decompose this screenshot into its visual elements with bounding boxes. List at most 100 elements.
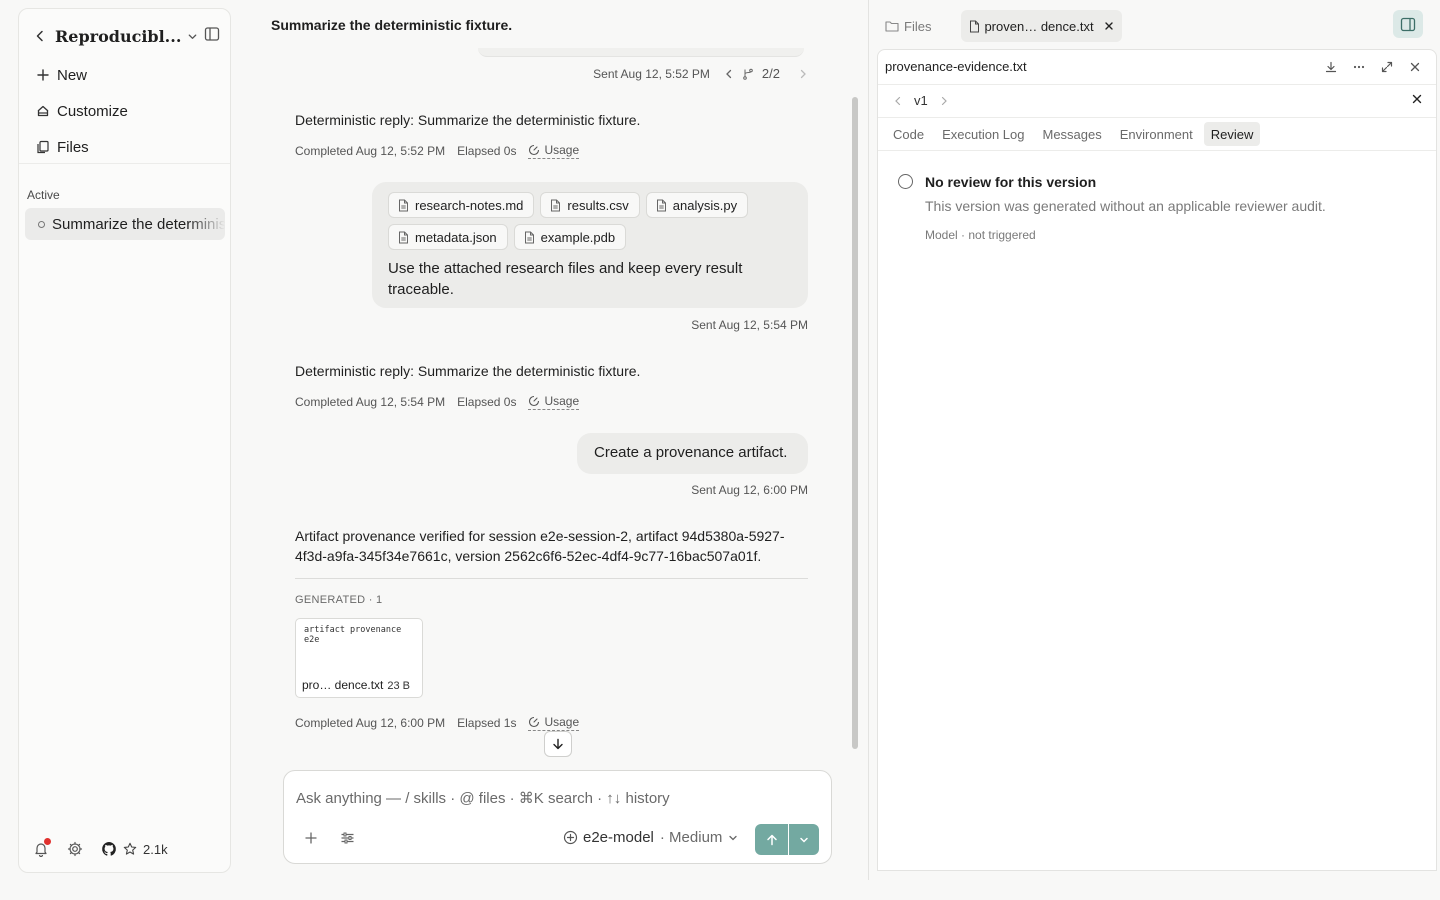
tab-code[interactable]: Code [886, 122, 931, 146]
gauge-icon [529, 716, 540, 728]
file-icon [524, 231, 534, 243]
sidebar-toggle-icon[interactable] [204, 26, 220, 42]
reply-meta: Completed Aug 12, 6:00 PM Elapsed 1s Usa… [295, 715, 580, 731]
user-message: research-notes.md results.csv analysis.p… [372, 182, 808, 308]
attachment-list: research-notes.md results.csv analysis.p… [388, 192, 778, 250]
usage-button[interactable]: Usage [528, 715, 580, 731]
attach-button[interactable] [304, 831, 318, 845]
tab-messages[interactable]: Messages [1035, 122, 1108, 146]
gauge-icon [529, 395, 540, 407]
plus-icon [35, 69, 51, 81]
branch-icon [742, 68, 754, 80]
chevron-down-icon[interactable] [187, 31, 198, 42]
sent-timestamp: Sent Aug 12, 6:00 PM [691, 483, 808, 497]
message-sent-row: Sent Aug 12, 5:54 PM [691, 318, 808, 332]
tab-review[interactable]: Review [1203, 122, 1261, 146]
completed-timestamp: Completed Aug 12, 6:00 PM [295, 716, 446, 730]
sidebar-item-label: Customize [57, 102, 128, 120]
divider [878, 84, 1436, 85]
model-selector[interactable]: e2e-model · Medium [563, 829, 738, 846]
chat-scrollbar[interactable] [852, 97, 858, 749]
viewer-tabs: Code Execution Log Messages Environment … [886, 122, 1261, 146]
artifact-name: pro… dence.txt [302, 678, 384, 692]
scroll-to-bottom-button[interactable] [544, 731, 572, 757]
session-label: Summarize the deterministic fixture. [52, 215, 225, 233]
notification-badge [44, 838, 51, 845]
sidebar-nav: New Customize Files [27, 57, 223, 165]
chevron-down-icon [800, 837, 808, 843]
composer-tools [304, 831, 355, 845]
sidebar-item-new[interactable]: New [27, 57, 223, 93]
attachment-chip[interactable]: research-notes.md [388, 192, 535, 218]
file-icon [399, 199, 408, 211]
sidebar-item-label: New [57, 66, 88, 84]
chevron-right-icon[interactable] [798, 69, 808, 79]
tab-open-file[interactable]: proven… dence.txt [961, 10, 1122, 42]
send-options-button[interactable] [789, 824, 819, 855]
gauge-icon [529, 144, 540, 156]
file-icon [551, 199, 561, 211]
attachment-chip[interactable]: example.pdb [513, 224, 627, 250]
send-group [755, 824, 819, 855]
chat-title: Summarize the deterministic fixture. [271, 17, 513, 33]
expand-icon[interactable] [1380, 59, 1394, 75]
attachment-chip[interactable]: results.csv [540, 192, 640, 218]
close-icon[interactable] [1408, 59, 1422, 75]
effort-level: · Medium [659, 829, 723, 846]
more-icon[interactable] [1352, 59, 1366, 75]
panel-divider[interactable] [868, 0, 869, 880]
attachment-chip[interactable]: analysis.py [645, 192, 749, 218]
github-icon [102, 842, 116, 856]
usage-button[interactable]: Usage [528, 394, 580, 410]
settings-button[interactable] [67, 841, 83, 857]
model-name: e2e-model [583, 829, 654, 846]
folder-icon [885, 21, 899, 32]
sidebar-item-files[interactable]: Files [27, 129, 223, 165]
session-item[interactable]: Summarize the deterministic fixture. [25, 208, 225, 240]
sidebar-item-label: Files [57, 138, 89, 156]
close-tab-icon[interactable] [1104, 21, 1114, 31]
panel-toggle-button[interactable] [1393, 10, 1423, 38]
gear-icon [67, 841, 83, 857]
tab-files[interactable]: Files [877, 10, 939, 42]
chevron-left-icon[interactable] [894, 96, 902, 106]
download-icon[interactable] [1324, 59, 1338, 75]
composer: e2e-model · Medium [283, 770, 832, 864]
elapsed-time: Elapsed 1s [457, 716, 517, 730]
empty-circle-icon [898, 174, 913, 189]
sidebar-item-customize[interactable]: Customize [27, 93, 223, 129]
user-message-text: Create a provenance artifact. [594, 444, 788, 461]
panel-right-icon [1400, 17, 1416, 31]
completed-timestamp: Completed Aug 12, 5:52 PM [295, 144, 446, 158]
project-title[interactable]: Reproducibl... [55, 27, 181, 46]
usage-button[interactable]: Usage [528, 143, 580, 159]
attachment-chip[interactable]: metadata.json [388, 224, 508, 250]
chevron-left-icon[interactable] [724, 69, 734, 79]
notifications-button[interactable] [33, 838, 51, 857]
github-link[interactable]: 2.1k [101, 841, 168, 857]
file-viewer: provenance-evidence.txt v1 Code Executio… [877, 49, 1437, 871]
divider [878, 117, 1436, 118]
sliders-icon [341, 832, 354, 844]
user-message: Create a provenance artifact. [577, 433, 808, 474]
artifact-card[interactable]: artifact provenance e2e pro… dence.txt 2… [295, 618, 423, 698]
back-button[interactable] [29, 25, 51, 47]
assistant-reply: Artifact provenance verified for session… [295, 528, 785, 564]
send-button[interactable] [755, 824, 788, 855]
options-button[interactable] [340, 831, 355, 845]
message-input[interactable] [296, 786, 816, 810]
generated-divider [295, 578, 808, 579]
close-version-icon[interactable] [1412, 94, 1422, 104]
branch-count: 2/2 [761, 66, 780, 81]
tab-environment[interactable]: Environment [1113, 122, 1200, 146]
sidebar-footer: 2.1k [33, 838, 168, 857]
sidebar: Reproducibl... New Customize Files Activ… [18, 8, 231, 873]
chevron-right-icon[interactable] [940, 96, 948, 106]
generated-label: GENERATED · 1 [295, 594, 383, 606]
tab-execution-log[interactable]: Execution Log [935, 122, 1031, 146]
arrow-down-icon [553, 738, 563, 750]
file-tabs: Files proven… dence.txt [877, 10, 1122, 42]
reply-meta: Completed Aug 12, 5:52 PM Elapsed 0s Usa… [295, 143, 580, 159]
plus-icon [305, 832, 317, 844]
reply-meta: Completed Aug 12, 5:54 PM Elapsed 0s Usa… [295, 394, 580, 410]
